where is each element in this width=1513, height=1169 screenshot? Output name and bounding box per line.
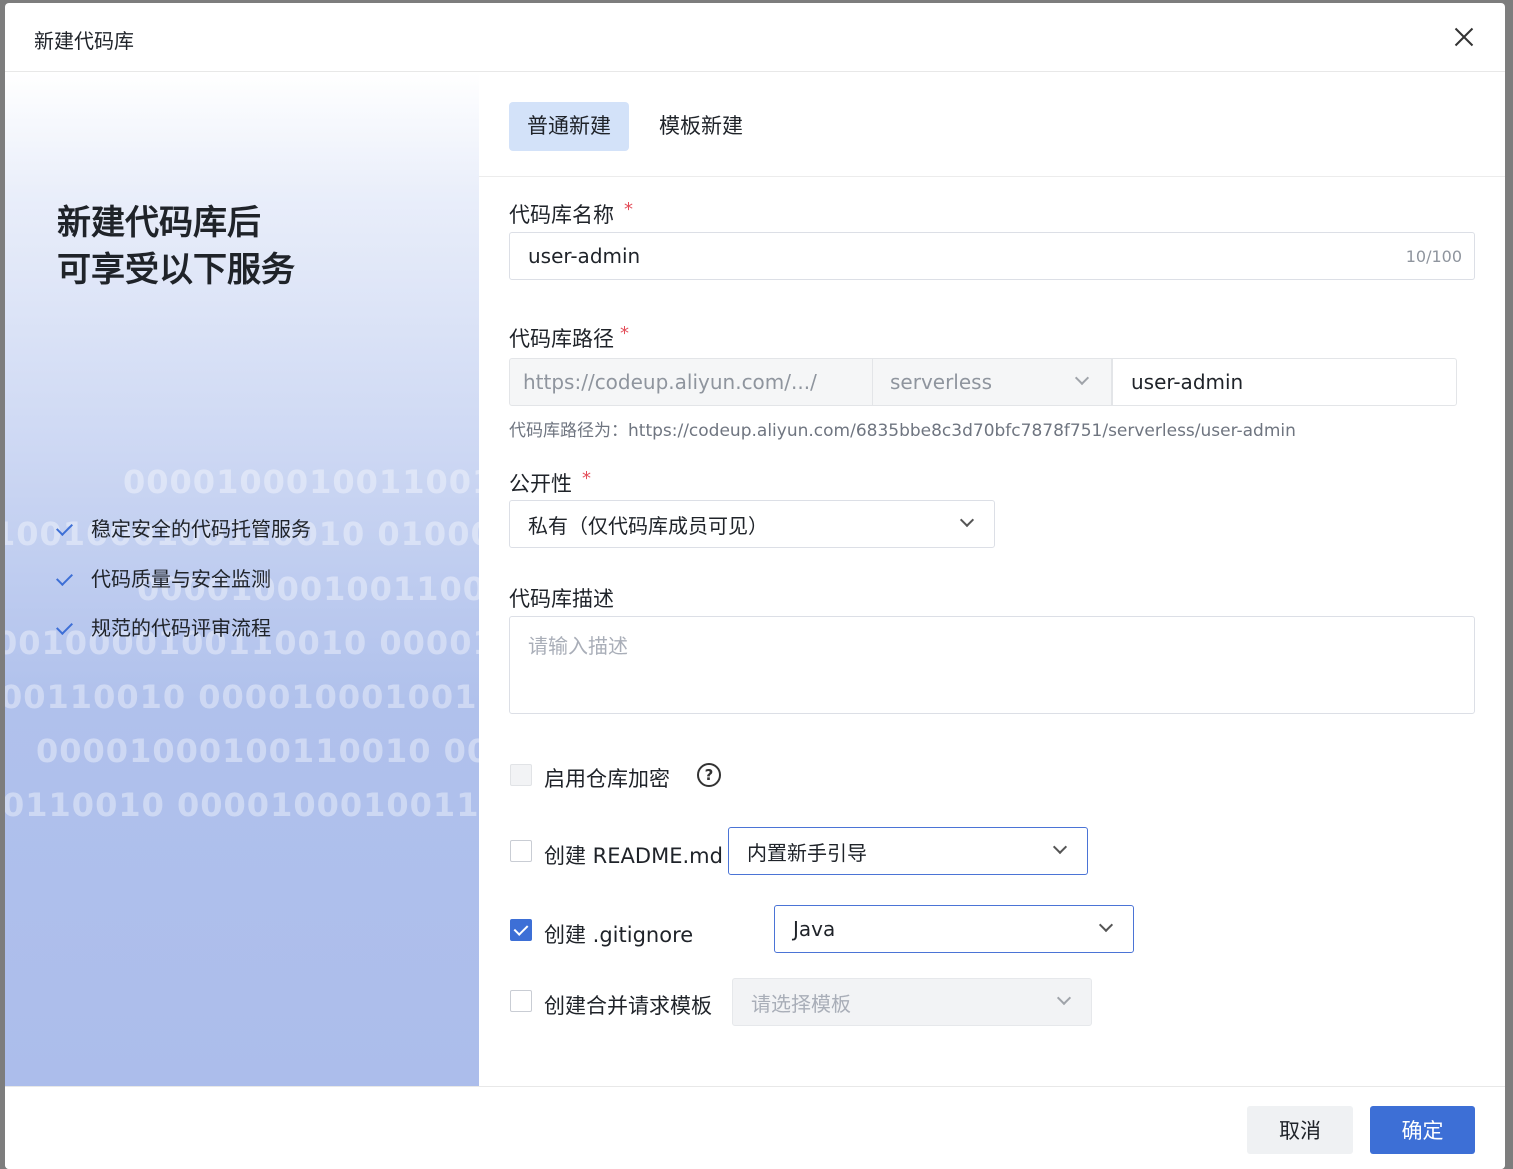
required-mark: * — [620, 323, 629, 344]
gitignore-checkbox[interactable] — [510, 919, 532, 941]
required-mark: * — [624, 199, 633, 220]
dialog-header: 新建代码库 — [5, 3, 1505, 72]
close-icon[interactable] — [1449, 22, 1479, 52]
check-icon — [57, 571, 77, 585]
create-repository-dialog: 新建代码库 0000100010011​0010 100100010011001… — [5, 3, 1505, 1169]
tab-normal-create[interactable]: 普通新建 — [509, 102, 629, 151]
required-mark: * — [582, 468, 591, 489]
repo-path-value: user-admin — [1131, 370, 1244, 394]
repo-path-label: 代码库路径 * — [509, 323, 629, 353]
readme-checkbox[interactable] — [510, 840, 532, 862]
help-icon[interactable]: ? — [697, 763, 721, 787]
check-icon — [57, 521, 77, 535]
repo-path-input[interactable]: user-admin — [1112, 358, 1457, 406]
binary-decoration: 0000100010011​0010 — [123, 463, 479, 501]
promo-title-line: 可享受以下服务 — [57, 250, 295, 290]
dialog-title: 新建代码库 — [34, 29, 134, 53]
repo-name-input[interactable]: user-admin 10/100 — [509, 232, 1475, 280]
repo-name-value: user-admin — [528, 244, 641, 268]
gitignore-template-value: Java — [793, 917, 836, 941]
description-label: 代码库描述 — [509, 587, 614, 611]
feature-label: 代码质量与安全监测 — [91, 567, 271, 591]
chevron-down-icon — [1056, 990, 1072, 1006]
cancel-button[interactable]: 取消 — [1247, 1106, 1353, 1154]
repo-name-label: 代码库名称 * — [509, 199, 633, 229]
namespace-select: serverless — [872, 358, 1112, 406]
repo-name-label-text: 代码库名称 — [509, 203, 614, 227]
confirm-button[interactable]: 确定 — [1370, 1106, 1475, 1154]
promo-title-line: 新建代码库后 — [57, 203, 261, 243]
binary-decoration: 00110010 0000100010011001 — [5, 678, 479, 716]
gitignore-label: 创建 .gitignore — [544, 923, 694, 947]
feature-item: 代码质量与安全监测 — [57, 563, 271, 592]
description-textarea[interactable]: 请输入描述 — [509, 616, 1475, 714]
visibility-label: 公开性 * — [509, 468, 591, 498]
dialog-footer: 取消 确定 — [5, 1086, 1505, 1169]
mr-template-label: 创建合并请求模板 — [544, 994, 712, 1018]
repo-path-prefix: https://codeup.aliyun.com/.../ — [509, 358, 873, 406]
chevron-down-icon — [1052, 839, 1068, 855]
check-icon — [57, 620, 77, 634]
binary-decoration: 00001000100110010 000010 — [36, 732, 479, 770]
repo-path-hint: 代码库路径为：https://codeup.aliyun.com/6835bbe… — [509, 421, 1296, 441]
visibility-value: 私有（仅代码库成员可见） — [528, 513, 768, 538]
mr-template-placeholder: 请选择模板 — [751, 991, 851, 1016]
visibility-label-text: 公开性 — [509, 472, 572, 496]
feature-item: 规范的代码评审流程 — [57, 612, 271, 641]
readme-template-select[interactable]: 内置新手引导 — [728, 827, 1088, 875]
readme-label: 创建 README.md — [544, 844, 723, 868]
feature-label: 规范的代码评审流程 — [91, 616, 271, 640]
visibility-select[interactable]: 私有（仅代码库成员可见） — [509, 500, 995, 548]
binary-decoration: 0110010 0000100010011001 — [5, 786, 479, 824]
gitignore-template-select[interactable]: Java — [774, 905, 1134, 953]
encryption-label: 启用仓库加密 — [544, 767, 670, 791]
create-mode-tabs: 普通新建 模板新建 — [479, 73, 1505, 177]
feature-item: 稳定安全的代码托管服务 — [57, 513, 311, 542]
char-counter: 10/100 — [1405, 246, 1462, 266]
description-placeholder: 请输入描述 — [528, 634, 628, 658]
readme-template-value: 内置新手引导 — [747, 840, 867, 865]
form-panel: 普通新建 模板新建 代码库名称 * user-admin 10/100 代码库路径… — [479, 73, 1505, 1086]
chevron-down-icon — [1098, 917, 1114, 933]
promo-title: 新建代码库后 可享受以下服务 — [57, 200, 295, 294]
chevron-down-icon — [1074, 370, 1090, 386]
mr-template-checkbox[interactable] — [510, 990, 532, 1012]
feature-label: 稳定安全的代码托管服务 — [91, 517, 311, 541]
repo-path-label-text: 代码库路径 — [509, 327, 614, 351]
promo-panel: 0000100010011​0010 1001000100110010 0100… — [5, 73, 479, 1086]
encryption-checkbox — [510, 764, 532, 786]
chevron-down-icon — [959, 512, 975, 528]
tab-template-create[interactable]: 模板新建 — [641, 102, 761, 151]
mr-template-select: 请选择模板 — [732, 978, 1092, 1026]
namespace-value: serverless — [890, 370, 993, 394]
